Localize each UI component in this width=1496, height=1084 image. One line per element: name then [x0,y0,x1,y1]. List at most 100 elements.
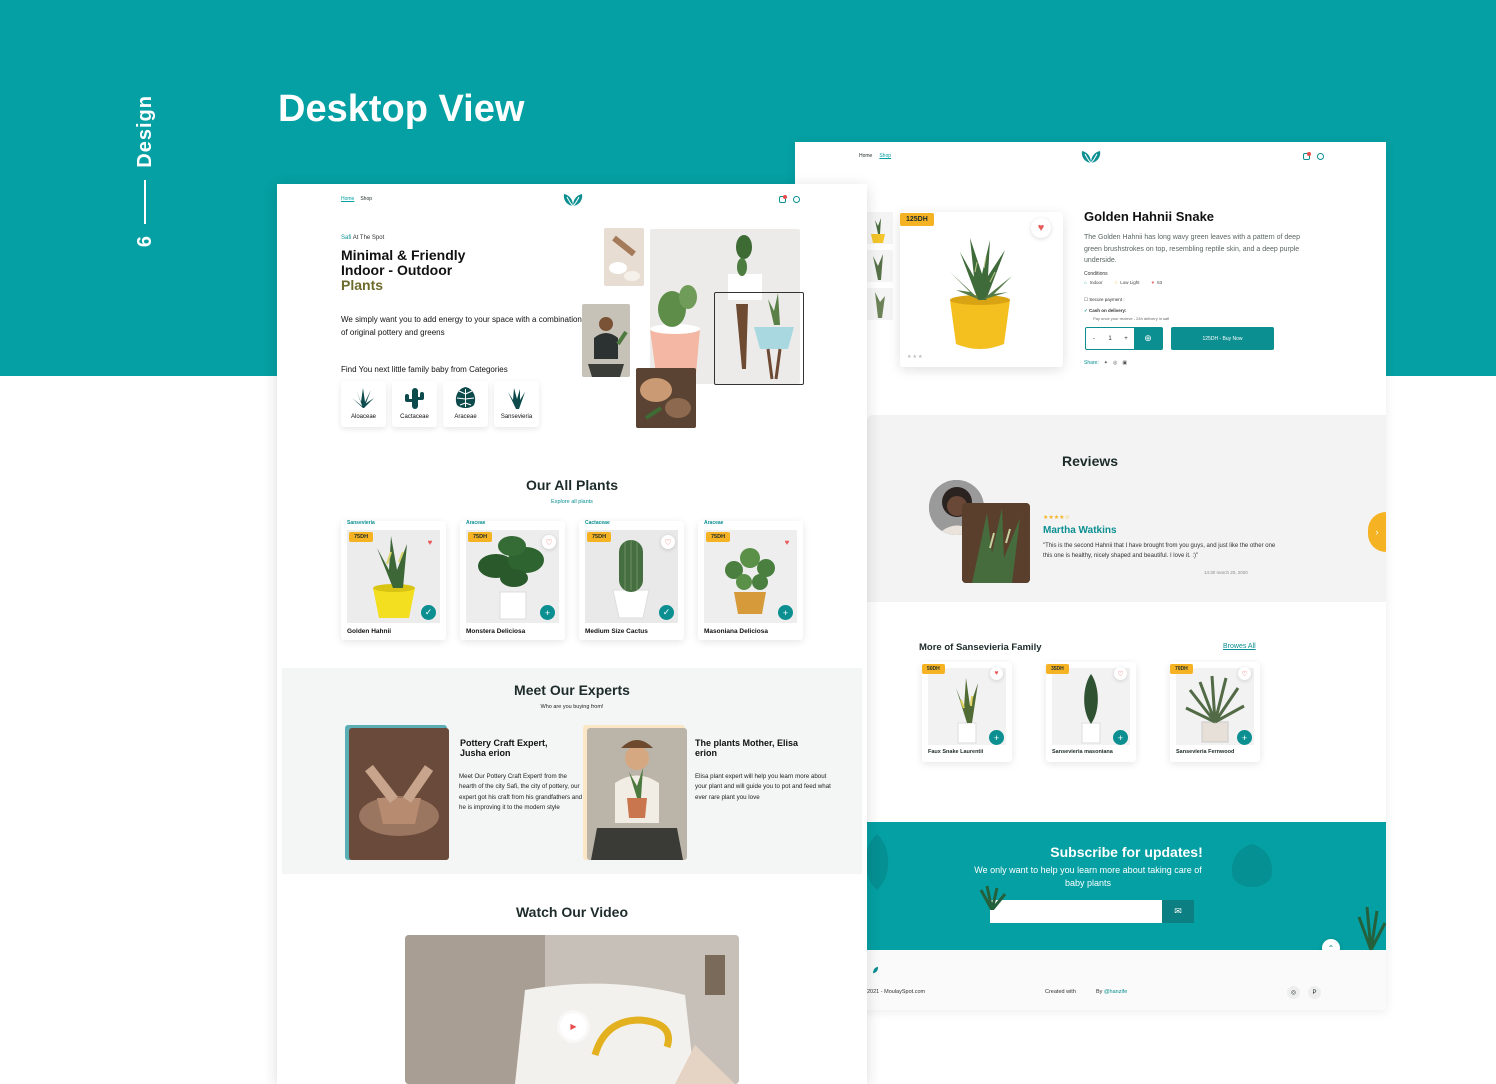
add-plus-icon[interactable]: + [778,605,793,620]
related-product-card[interactable]: 70DH ♡ + Sansevieria Fernwood [1170,662,1260,762]
hero-title: Minimal & Friendly Indoor - Outdoor Plan… [341,248,465,293]
plant-name: Monstera Deliciosa [466,628,526,635]
leaf-logo-icon[interactable] [867,964,879,976]
cash-delivery-option[interactable]: ✓ Cash on delivery: [1084,308,1127,314]
thumbnail[interactable] [863,288,893,320]
home-page-mockup: Home Shop Safi At The Spot Minimal & Fri… [277,184,867,1084]
category-card-araceae[interactable]: Araceae [443,381,488,427]
pinterest-icon[interactable]: P [1308,986,1321,999]
browse-all-link[interactable]: Browes All [1223,643,1256,650]
heart-icon[interactable]: ♥ [990,667,1003,680]
heart-outline-icon[interactable]: ♡ [542,535,556,549]
add-plus-icon[interactable]: + [1113,730,1128,745]
category-card-aloaceae[interactable]: Aloaceae [341,381,386,427]
footer-created-with: Created with [1045,989,1076,995]
product-description: The Golden Hahnii has long wavy green le… [1084,234,1300,264]
play-icon[interactable]: ▶ [560,1013,587,1040]
related-product-card[interactable]: 35DH ♡ + Sansevieria masoniana [1046,662,1136,762]
condition-label: Indoor [1089,280,1103,285]
check-icon[interactable]: ✓ [659,605,674,620]
user-icon[interactable] [1317,153,1324,160]
thumbnail[interactable] [863,250,893,282]
qty-plus-button[interactable]: + [1118,336,1134,342]
review-text: "This is the second Hahnii that I have b… [1043,543,1276,559]
check-icon: ✓ [1084,308,1088,313]
video-player[interactable]: ▶ [405,935,739,1084]
related-product-name: Sansevieria masoniana [1052,749,1113,755]
section-label-text: Design [133,95,156,168]
expert-photo [587,728,687,860]
secure-payment-option[interactable]: ☐ Secure payment : [1084,297,1125,303]
plant-card[interactable]: Sansevieria 75DH ♥ ✓ Golden Hahnii [341,520,446,640]
home-header-icons [779,195,800,203]
sun-icon: ○ [1114,280,1118,285]
footer-copyright: 2021 - MoulaySpot.com [867,989,926,995]
category-card-sansevieria[interactable]: Sansevieria [494,381,539,427]
category-label: Cactaceae [400,414,429,420]
heart-icon[interactable]: ♥ [1031,218,1051,238]
user-icon[interactable] [793,196,800,203]
plant-category: Sansevieria [347,520,375,526]
cactus-icon [405,388,424,409]
related-product-card[interactable]: 50DH ♥ + Faux Snake Laurentii [922,662,1012,762]
expert-photo [349,728,449,860]
page-title: Desktop View [278,88,525,130]
review-date: 14:30 march 20, 2020 [1204,570,1248,575]
plant-decor-icon [1357,906,1386,950]
email-field[interactable] [990,900,1162,923]
section-divider [144,179,146,224]
nav-home[interactable]: Home [859,153,872,159]
footer-handle-link[interactable]: @hanzife [1104,989,1127,995]
leaf-decor-icon [867,834,889,890]
footer-by-label: By [1096,989,1103,995]
conditions-label: Conditions [1084,271,1108,277]
nav-shop[interactable]: Shop [879,153,891,159]
expert-bio: Elisa plant expert will help you learn m… [695,773,831,801]
buy-now-button[interactable]: 125DH - Buy Now [1171,327,1274,350]
heart-icon[interactable]: ♥ [423,535,437,549]
heart-icon[interactable]: ♥ [780,535,794,549]
cart-icon[interactable] [779,195,787,203]
plant-card[interactable]: Cactaceae 75DH ♡ ✓ Medium Size Cactus [579,520,684,640]
plant-category: Araceae [466,520,486,526]
share-row: Share: ✦ ◎ ▣ [1084,360,1127,366]
subscribe-section: Subscribe for updates! We only want to h… [867,822,1386,950]
subscribe-mail-icon[interactable]: ✉ [1162,900,1194,923]
check-icon[interactable]: ✓ [421,605,436,620]
twitter-icon[interactable]: ✦ [1104,360,1108,366]
leaf-logo-icon[interactable] [1080,150,1102,164]
leaf-logo-icon[interactable] [562,193,584,207]
categories-title: Find You next little family baby from Ca… [341,365,508,374]
nav-home[interactable]: Home [341,196,354,202]
qty-minus-button[interactable]: - [1086,336,1102,342]
plant-card[interactable]: Araceae 75DH ♡ + Monstera Deliciosa [460,520,565,640]
thumbnail[interactable] [863,212,893,244]
instagram-icon[interactable]: ▣ [1122,360,1127,366]
heart-outline-icon[interactable]: ♡ [1114,667,1127,680]
qty-value[interactable]: 1 [1102,336,1118,342]
plant-category: Cactaceae [585,520,610,526]
plant-card[interactable]: Araceae 75DH ♥ + Masoniana Deliciosa [698,520,803,640]
experts-section: Meet Our Experts Who are you buying from… [282,668,862,874]
heart-outline-icon[interactable]: ♡ [661,535,675,549]
secure-payment-label: Secure payment : [1089,297,1125,302]
add-plus-icon[interactable]: + [989,730,1004,745]
plant-name: Medium Size Cactus [585,628,648,635]
add-plus-icon[interactable]: + [540,605,555,620]
hero-photo-person [582,304,630,377]
explore-plants-link[interactable]: Explore all plants [277,499,867,505]
cart-icon[interactable] [1303,152,1311,160]
nav-shop[interactable]: Shop [360,196,372,202]
category-card-cactaceae[interactable]: Cactaceae [392,381,437,427]
pinterest-icon[interactable]: ◎ [1113,360,1117,366]
condition-likes: ♥ 53 [1151,280,1162,285]
aloe-icon [352,388,374,408]
hero-description: We simply want you to add energy to your… [341,315,582,337]
add-to-cart-icon[interactable]: ⊕ [1134,328,1162,349]
instagram-icon[interactable]: ◎ [1287,986,1300,999]
price-tag: 35DH [1046,664,1069,674]
cart-badge [1307,152,1311,156]
quantity-stepper: - 1 + ⊕ [1085,327,1163,350]
heart-outline-icon[interactable]: ♡ [1238,667,1251,680]
add-plus-icon[interactable]: + [1237,730,1252,745]
